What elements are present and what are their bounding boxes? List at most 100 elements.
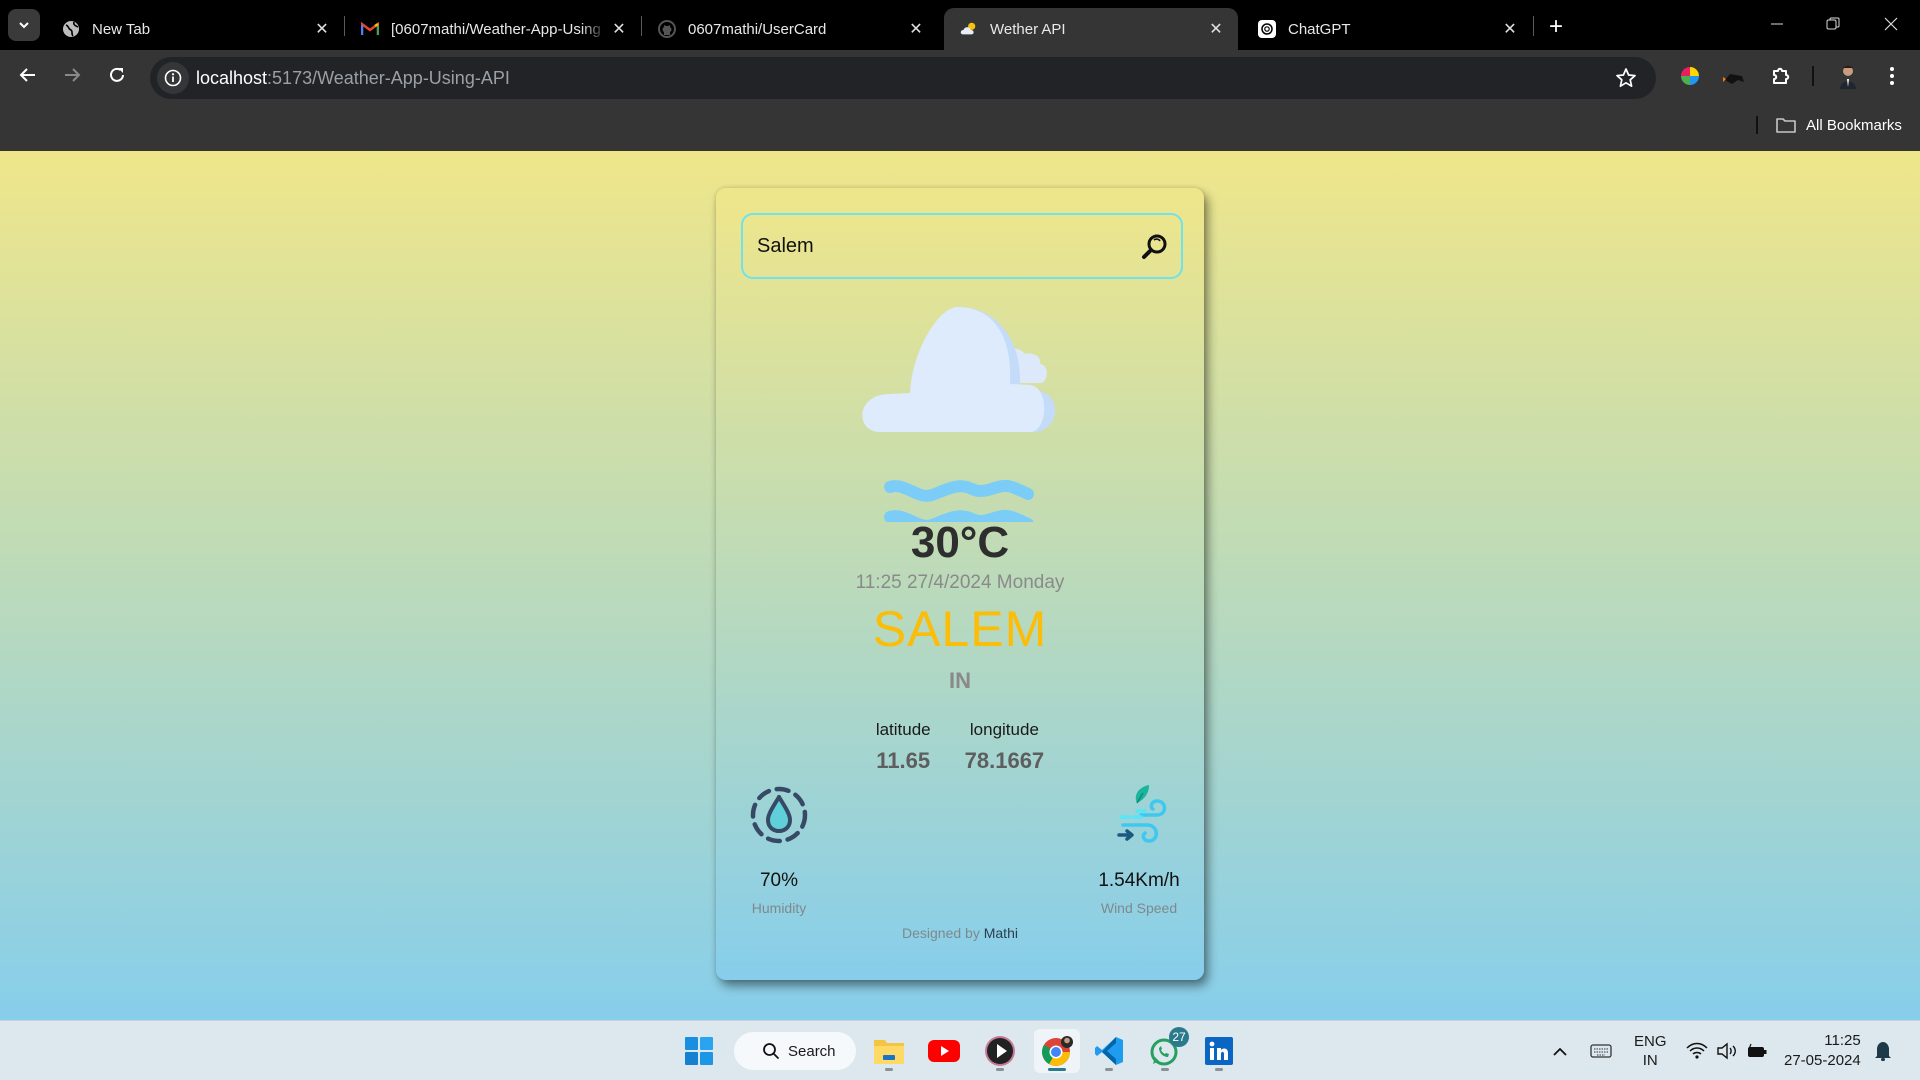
clock-time: 11:25 (1824, 1032, 1861, 1049)
tab-close-button[interactable]: ✕ (1498, 17, 1522, 41)
show-hidden-icons-button[interactable] (1552, 1021, 1568, 1080)
toolbar-separator (1812, 66, 1814, 86)
longitude-value: 78.1667 (964, 748, 1045, 773)
tab-title: New Tab (92, 20, 151, 38)
temperature: 30°C (910, 518, 1010, 567)
taskbar-whatsapp[interactable]: 27 (1145, 1027, 1189, 1073)
tab-search-button[interactable] (8, 9, 40, 41)
tab-title: 0607mathi/UserCard (688, 20, 827, 38)
url-host: localhost (196, 68, 268, 88)
search-icon (762, 1042, 780, 1060)
wind-speed-label: Wind Speed (1100, 900, 1178, 916)
tab-chatgpt[interactable]: ChatGPT ✕ (1242, 8, 1532, 50)
system-clock[interactable]: 11:25 27-05-2024 (1784, 1031, 1861, 1071)
city-search-input[interactable] (743, 215, 1113, 277)
tab-new-tab[interactable]: New Tab ✕ (46, 8, 344, 50)
humidity-drop-icon (750, 786, 808, 844)
taskbar-youtube[interactable] (924, 1029, 964, 1073)
tab-strip: New Tab ✕ [0607mathi/Weather-App-Using ✕… (0, 0, 1920, 50)
wind-speed-value: 1.54Km/h (1098, 870, 1180, 891)
close-icon (1884, 17, 1898, 31)
chevron-up-icon (1553, 1047, 1567, 1056)
bookmark-star-button[interactable] (1614, 66, 1638, 90)
bell-icon (1875, 1042, 1891, 1061)
latitude: latitude 11.65 (876, 720, 931, 774)
windows-taskbar: Search 27 ENG IN 11:25 27-05-2024 (0, 1020, 1920, 1080)
humidity-label: Humidity (751, 900, 807, 916)
taskbar-chrome[interactable] (1034, 1029, 1080, 1073)
bookmarks-bar: All Bookmarks (0, 100, 1920, 151)
arrow-left-icon (19, 68, 35, 82)
tab-separator (1533, 16, 1534, 36)
battery-button[interactable] (1746, 1021, 1768, 1080)
address-bar[interactable]: localhost:5173/Weather-App-Using-API (150, 57, 1656, 99)
bookmarks-separator (1756, 116, 1758, 134)
more-vertical-icon (1890, 67, 1894, 85)
minimize-button[interactable] (1754, 8, 1800, 40)
reload-button[interactable] (101, 59, 133, 91)
restore-button[interactable] (1810, 8, 1856, 40)
keyboard-button[interactable] (1590, 1021, 1612, 1080)
running-indicator (1161, 1068, 1169, 1071)
forward-button[interactable] (56, 59, 88, 91)
media-player-icon (985, 1036, 1015, 1066)
taskbar-file-explorer[interactable] (869, 1029, 909, 1073)
volume-button[interactable] (1716, 1021, 1738, 1080)
active-indicator (1048, 1068, 1066, 1071)
puzzle-icon (1773, 67, 1790, 84)
url-text[interactable]: localhost:5173/Weather-App-Using-API (196, 68, 510, 89)
reload-icon (110, 67, 124, 82)
credits-author: Mathi (983, 925, 1018, 941)
latitude-label: latitude (875, 720, 931, 739)
new-tab-button[interactable]: + (1542, 13, 1570, 41)
taskbar-vscode[interactable] (1089, 1029, 1129, 1073)
close-window-button[interactable] (1868, 8, 1914, 40)
page-viewport: 30°C 11:25 27/4/2024 Monday SALEM IN lat… (0, 151, 1920, 1020)
country-code: IN (949, 668, 971, 693)
city-name: SALEM (872, 601, 1048, 657)
taskbar-media-player[interactable] (980, 1029, 1020, 1073)
battery-charging-icon (1748, 1043, 1767, 1057)
back-button[interactable] (12, 59, 44, 91)
profile-avatar[interactable] (1834, 62, 1862, 90)
notifications-button[interactable] (1874, 1021, 1892, 1080)
tab-close-button[interactable]: ✕ (904, 17, 928, 41)
browser-menu-button[interactable] (1878, 62, 1906, 90)
language-code: ENG (1634, 1033, 1667, 1050)
tab-github[interactable]: 0607mathi/UserCard ✕ (642, 8, 938, 50)
wifi-icon (1686, 1042, 1708, 1059)
windows-start-icon[interactable] (684, 1036, 714, 1066)
vscode-icon (1095, 1037, 1123, 1065)
search-box (741, 213, 1183, 279)
minimize-icon (1771, 23, 1783, 25)
language-indicator[interactable]: ENG IN (1634, 1021, 1667, 1080)
extension-logo-icon (1723, 74, 1744, 84)
folder-icon (874, 1040, 904, 1064)
humidity-value: 70% (759, 870, 799, 891)
all-bookmarks-button[interactable]: All Bookmarks (1776, 112, 1902, 138)
tab-close-button[interactable]: ✕ (607, 17, 631, 41)
tab-gmail[interactable]: [0607mathi/Weather-App-Using ✕ (345, 8, 641, 50)
chrome-icon (1042, 1036, 1073, 1066)
taskbar-search-label: Search (788, 1042, 836, 1060)
search-button[interactable] (1139, 232, 1169, 262)
humidity-stat: 70% Humidity (719, 783, 839, 916)
tab-weather-api[interactable]: Wether API ✕ (944, 8, 1238, 50)
network-button[interactable] (1686, 1021, 1708, 1080)
tab-close-button[interactable]: ✕ (310, 17, 334, 41)
chatgpt-icon (1258, 20, 1276, 38)
running-indicator (1105, 1068, 1113, 1071)
extension-button[interactable] (1720, 62, 1748, 90)
taskbar-linkedin[interactable] (1199, 1029, 1239, 1073)
tab-close-button[interactable]: ✕ (1204, 17, 1228, 41)
latitude-value: 11.65 (876, 748, 931, 773)
tab-title: [0607mathi/Weather-App-Using (391, 20, 601, 38)
region-code: IN (1642, 1052, 1658, 1069)
linkedin-icon (1205, 1037, 1233, 1065)
magnifier-icon (1142, 234, 1167, 259)
site-info-button[interactable] (157, 62, 189, 94)
taskbar-search[interactable]: Search (734, 1032, 856, 1070)
extensions-menu-button[interactable] (1767, 62, 1795, 90)
color-picker-extension[interactable] (1676, 62, 1704, 90)
folder-icon (1776, 117, 1796, 133)
